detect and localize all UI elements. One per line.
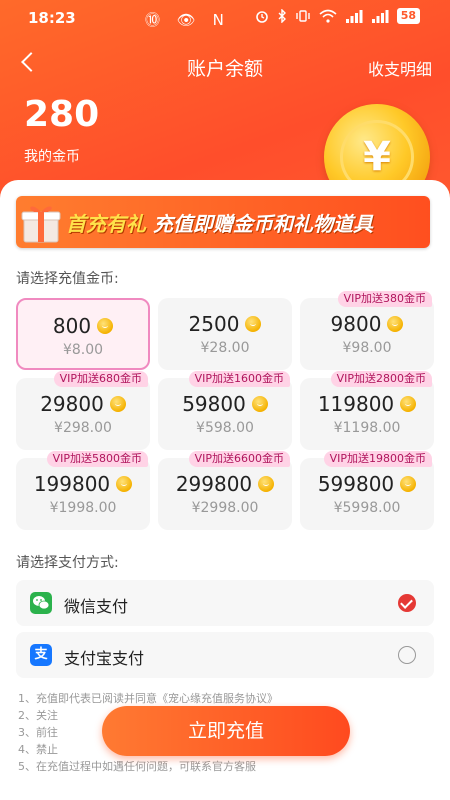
coin-icon — [116, 476, 133, 492]
battery-icon: 58 — [396, 8, 420, 24]
recharge-section-label: 请选择充值金币: — [16, 271, 119, 287]
package-price: ¥5998.00 — [333, 500, 401, 516]
payment-section-label: 请选择支付方式: — [16, 555, 119, 571]
vip-bonus-tag: VIP加送5800金币 — [46, 451, 148, 467]
payment-option-alipay[interactable]: 支 支付宝支付 — [16, 632, 434, 678]
coin-icon — [400, 396, 417, 412]
package-price: ¥1998.00 — [49, 500, 117, 516]
vip-bonus-tag: VIP加送2800金币 — [330, 371, 432, 387]
vip-bonus-tag: VIP加送19800金币 — [323, 451, 432, 467]
wifi-icon — [319, 9, 337, 23]
status-bar: 18:23 ⓾ 👁 N 58 — [0, 0, 450, 36]
transaction-details-link[interactable]: 收支明细 — [368, 56, 432, 80]
recharge-package[interactable]: VIP加送680金币 29800 ¥298.00 — [16, 371, 150, 450]
vip-bonus-tag: VIP加送680金币 — [53, 371, 148, 387]
vip-bonus-tag: VIP加送1600金币 — [188, 371, 290, 387]
recharge-package[interactable]: VIP加送2800金币 119800 ¥1198.00 — [300, 371, 434, 450]
bluetooth-icon — [278, 9, 286, 23]
alipay-icon: 支 — [30, 644, 52, 666]
status-time: 18:23 — [28, 9, 76, 27]
signal-icon-2 — [371, 10, 389, 23]
package-price: ¥8.00 — [62, 342, 104, 358]
package-amount: 59800 — [182, 392, 246, 416]
package-amount: 9800 — [330, 312, 382, 336]
recharge-package[interactable]: 800 ¥8.00 — [16, 298, 150, 370]
package-price: ¥28.00 — [200, 340, 250, 356]
alarm-icon — [255, 11, 268, 23]
package-amount: 199800 — [33, 472, 111, 496]
coin-icon — [251, 396, 268, 412]
package-amount: 29800 — [40, 392, 104, 416]
banner-subtitle: 充值即赠金币和礼物道具 — [152, 212, 373, 236]
package-amount: 599800 — [317, 472, 395, 496]
coin-icon — [97, 318, 114, 334]
recharge-package[interactable]: VIP加送380金币 9800 ¥98.00 — [300, 291, 434, 370]
radio-icon[interactable] — [398, 646, 416, 664]
recharge-package[interactable]: VIP加送5800金币 199800 ¥1998.00 — [16, 451, 150, 530]
banner-title: 首充有礼 — [66, 212, 146, 236]
check-icon[interactable] — [398, 594, 416, 612]
recharge-package[interactable]: VIP加送19800金币 599800 ¥5998.00 — [300, 451, 434, 530]
wechat-icon — [30, 592, 52, 614]
wechat-pay-label: 微信支付 — [64, 597, 129, 616]
vip-bonus-tag: VIP加送380金币 — [337, 291, 432, 307]
coin-icon — [400, 476, 417, 492]
coin-icon — [387, 316, 404, 332]
vibrate-icon — [295, 10, 310, 22]
coin-balance-label: 我的金币 — [24, 149, 80, 165]
package-price: ¥598.00 — [196, 420, 254, 436]
vip-bonus-tag: VIP加送6600金币 — [188, 451, 290, 467]
package-price: ¥298.00 — [54, 420, 112, 436]
recharge-now-button[interactable]: 立即充值 — [102, 706, 350, 756]
nav-bar: 账户余额 收支明细 — [0, 44, 450, 84]
recharge-package[interactable]: VIP加送6600金币 299800 ¥2998.00 — [158, 451, 292, 530]
recharge-package[interactable]: VIP加送1600金币 59800 ¥598.00 — [158, 371, 292, 450]
signal-icon — [345, 10, 363, 23]
recharge-package[interactable]: 2500 ¥28.00 — [158, 298, 292, 370]
coin-icon — [258, 476, 275, 492]
terms-line: 5、在充值过程中如遇任何问题，可联系官方客服 — [18, 760, 256, 773]
package-price: ¥1198.00 — [333, 420, 401, 436]
package-amount: 299800 — [175, 472, 253, 496]
payment-option-wechat[interactable]: 微信支付 — [16, 580, 434, 626]
banner-text: 首充有礼 充值即赠金币和礼物道具 — [66, 208, 373, 237]
package-amount: 119800 — [317, 392, 395, 416]
package-amount: 800 — [52, 314, 92, 338]
package-price: ¥98.00 — [342, 340, 392, 356]
status-system-icons: 58 — [255, 8, 420, 24]
coin-icon — [109, 396, 126, 412]
status-notification-icons: ⓾ 👁 N — [145, 11, 230, 29]
package-amount: 2500 — [188, 312, 240, 336]
package-price: ¥2998.00 — [191, 500, 259, 516]
coin-balance: 280 — [24, 94, 100, 135]
terms-line: 1、充值即代表已阅读并同意《宠心缘充值服务协议》 — [18, 692, 278, 705]
gift-icon — [21, 206, 61, 243]
alipay-pay-label: 支付宝支付 — [64, 649, 145, 668]
coin-icon — [245, 316, 262, 332]
